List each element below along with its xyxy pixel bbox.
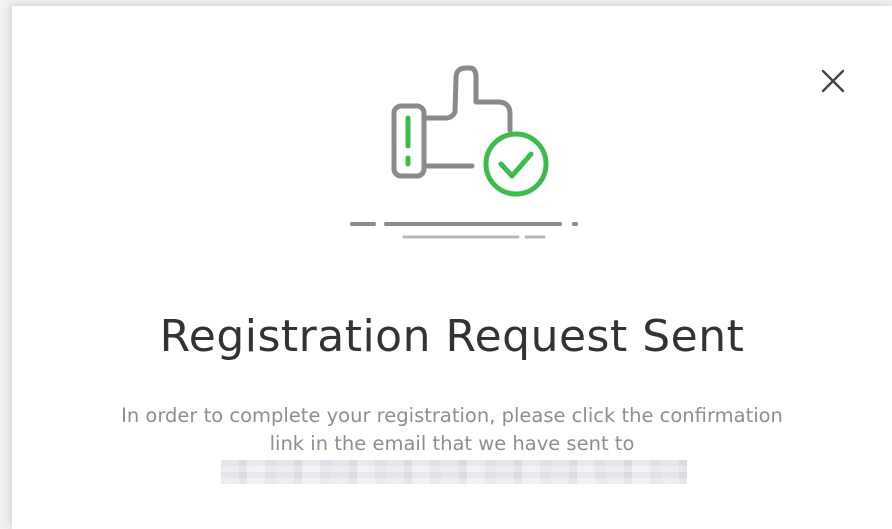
dialog-message: In order to complete your registration, … (12, 402, 892, 458)
thumbs-up-check-illustration (338, 60, 578, 260)
message-line-1: In order to complete your registration, … (121, 404, 783, 427)
redacted-email-address (221, 460, 687, 484)
dialog-title: Registration Request Sent (159, 311, 745, 362)
close-icon (821, 69, 845, 93)
close-button[interactable] (816, 64, 850, 98)
message-line-2: link in the email that we have sent to (269, 432, 635, 455)
registration-dialog: Registration Request Sent In order to co… (12, 6, 892, 529)
thumbs-up-check-icon (350, 65, 578, 239)
